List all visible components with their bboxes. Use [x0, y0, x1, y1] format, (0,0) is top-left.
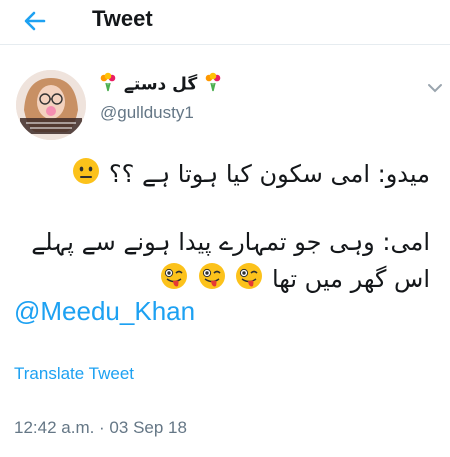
tweet-line-1: میدو: امی سکون کیا ہوتا ہے ؟؟	[71, 157, 430, 193]
tweet-timestamp: 12:42 a.m. · 03 Sep 18	[14, 418, 187, 437]
tweet-line-2: امی: وہی جو تمہارے پیدا ہونے سے پہلے	[31, 228, 430, 256]
mention-link[interactable]: @Meedu_Khan	[14, 296, 195, 327]
neutral-face-emoji	[72, 157, 100, 193]
chevron-down-icon[interactable]	[425, 80, 445, 94]
translate-tweet-link[interactable]: Translate Tweet	[14, 364, 134, 384]
display-name-row[interactable]: گل دستے	[98, 72, 223, 97]
flower-bouquet-icon	[98, 72, 118, 97]
avatar[interactable]	[16, 70, 86, 140]
tweet-text: میدو: امی سکون کیا ہوتا ہے ؟؟	[108, 160, 430, 188]
flower-bouquet-icon	[203, 72, 223, 97]
user-handle[interactable]: @gulldusty1	[100, 103, 194, 123]
back-arrow-icon[interactable]	[20, 6, 50, 36]
tweet-line-3: اس گھر میں تھا	[159, 262, 430, 298]
winking-tongue-emoji	[235, 262, 263, 298]
tweet-text: اس گھر میں تھا	[271, 265, 430, 293]
winking-tongue-emoji	[198, 262, 226, 298]
top-bar: Tweet	[0, 0, 450, 45]
display-name: گل دستے	[123, 74, 198, 95]
winking-tongue-emoji	[160, 262, 188, 298]
page-title: Tweet	[92, 6, 153, 31]
